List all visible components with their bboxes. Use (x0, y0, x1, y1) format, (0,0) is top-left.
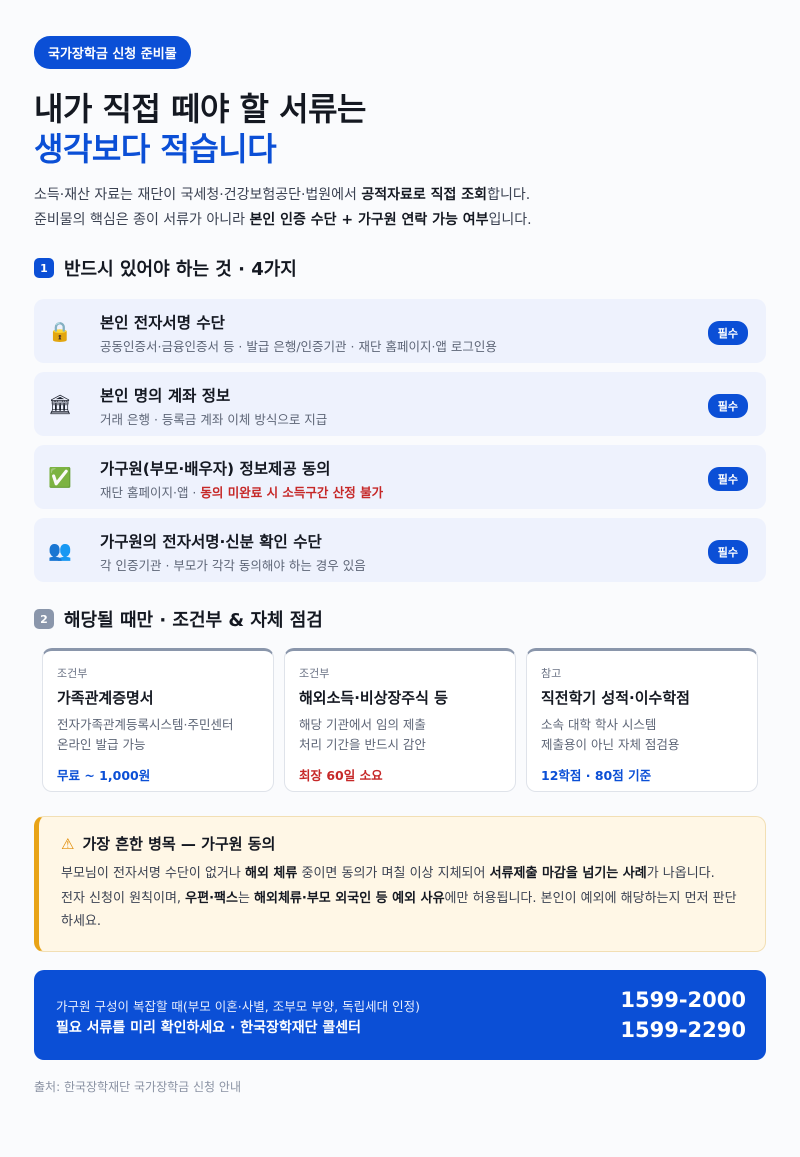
card-desc: 소속 대학 학사 시스템제출용이 아닌 자체 점검용 (541, 715, 743, 755)
required-badge: 필수 (707, 394, 748, 418)
source-note: 출처: 한국장학재단 국가장학금 신청 안내 (34, 1080, 241, 1094)
alert-emphasis: 해외체류·부모 외국인 등 예외 사유 (254, 891, 445, 906)
alert-title: 가장 흔한 병목 — 가구원 동의 (82, 835, 276, 853)
required-item-title: 가구원의 전자서명·신분 확인 수단 (100, 533, 322, 551)
required-item-desc: 공동인증서·금융인증서 등 · 발급 은행/인증기관 · 재단 홈페이지·앱 로… (100, 339, 497, 354)
headline-line-1: 내가 직접 떼야 할 서류는 (34, 90, 366, 128)
alert-emphasis: 우편·팩스 (185, 891, 238, 906)
card-kind: 조건부 (299, 667, 330, 680)
card-desc-line: 소속 대학 학사 시스템 (541, 717, 657, 732)
card-desc-line: 처리 기간을 반드시 감안 (299, 737, 426, 752)
alert-text: 가 나옵니다. (646, 866, 715, 881)
card-family-certificate: 조건부 가족관계증명서 전자가족관계등록시스템·주민센터온라인 발급 가능 무료… (42, 648, 274, 792)
card-desc-line: 해당 기관에서 임의 제출 (299, 717, 426, 732)
cta-condition-text: 가구원 구성이 복잡할 때(부모 이혼·사별, 조부모 부양, 독립세대 인정) (56, 999, 420, 1014)
section-1-heading: 1 반드시 있어야 하는 것 · 4가지 (34, 255, 766, 281)
call-center-banner: 가구원 구성이 복잡할 때(부모 이혼·사별, 조부모 부양, 독립세대 인정)… (34, 970, 766, 1060)
section-1-number: 1 (34, 258, 54, 278)
card-kind: 조건부 (57, 667, 88, 680)
people-icon: 👥 (48, 540, 72, 562)
required-item-title: 본인 전자서명 수단 (100, 314, 225, 332)
alert-emphasis: 서류제출 마감을 넘기는 사례 (489, 866, 647, 881)
card-title: 해외소득·비상장주식 등 (299, 689, 448, 707)
card-overseas-income: 조건부 해외소득·비상장주식 등 해당 기관에서 임의 제출처리 기간을 반드시… (284, 648, 516, 792)
lead-paragraph: 소득·재산 자료는 재단이 국세청·건강보험공단·법원에서 공적자료로 직접 조… (34, 183, 766, 233)
card-desc: 전자가족관계등록시스템·주민센터온라인 발급 가능 (57, 715, 259, 755)
category-tag: 국가장학금 신청 준비물 (34, 36, 191, 69)
lead-emphasis: 본인 인증 수단 + 가구원 연락 가능 여부 (249, 212, 489, 228)
required-badge: 필수 (707, 540, 748, 564)
card-title: 가족관계증명서 (57, 689, 154, 707)
card-grades: 참고 직전학기 성적·이수학점 소속 대학 학사 시스템제출용이 아닌 자체 점… (526, 648, 758, 792)
lock-icon: 🔒 (48, 321, 72, 343)
required-item-e-signature: 🔒 본인 전자서명 수단 공동인증서·금융인증서 등 · 발급 은행/인증기관 … (34, 299, 766, 363)
alert-paragraph-2: 전자 신청이 원칙이며, 우편·팩스는 해외체류·부모 외국인 등 예외 사유에… (61, 887, 745, 933)
alert-text: 전자 신청이 원칙이며, (61, 891, 186, 906)
required-item-title: 가구원(부모·배우자) 정보제공 동의 (100, 460, 331, 478)
check-icon: ✅ (48, 467, 72, 489)
lead-line-1: 소득·재산 자료는 재단이 국세청·건강보험공단·법원에서 공적자료로 직접 조… (34, 183, 766, 208)
alert-paragraph-1: 부모님이 전자서명 수단이 없거나 해외 체류 중이면 동의가 며칠 이상 지체… (61, 862, 745, 885)
card-footnote: 최장 60일 소요 (299, 768, 383, 783)
required-item-title: 본인 명의 계좌 정보 (100, 387, 231, 405)
alert-title-row: ⚠ 가장 흔한 병목 — 가구원 동의 (61, 833, 745, 854)
section-2-number: 2 (34, 609, 54, 629)
cta-main-text: 필요 서류를 미리 확인하세요 · 한국장학재단 콜센터 (56, 1020, 362, 1036)
section-2-heading: 2 해당될 때만 · 조건부 & 자체 점검 (34, 606, 766, 632)
required-badge: 필수 (707, 321, 748, 345)
required-item-desc: 재단 홈페이지·앱 · 동의 미완료 시 소득구간 산정 불가 (100, 482, 383, 501)
conditional-cards: 조건부 가족관계증명서 전자가족관계등록시스템·주민센터온라인 발급 가능 무료… (34, 648, 766, 792)
headline-line-2: 생각보다 적습니다 (34, 130, 277, 168)
card-footnote: 무료 ~ 1,000원 (57, 768, 151, 783)
lead-text: 준비물의 핵심은 종이 서류가 아니라 (34, 212, 250, 228)
card-kind: 참고 (541, 667, 562, 680)
desc-text: 재단 홈페이지·앱 · (100, 485, 201, 500)
required-item-desc: 거래 은행 · 등록금 계좌 이체 방식으로 지급 (100, 412, 328, 427)
section-1-title: 반드시 있어야 하는 것 · 4가지 (64, 259, 297, 280)
required-badge: 필수 (707, 467, 748, 491)
bank-icon: 🏛 (48, 394, 73, 416)
page: 국가장학금 신청 준비물 내가 직접 떼야 할 서류는 생각보다 적습니다 소득… (0, 0, 800, 1157)
lead-text: 소득·재산 자료는 재단이 국세청·건강보험공단·법원에서 (34, 187, 362, 203)
card-footnote: 12학점 · 80점 기준 (541, 768, 652, 783)
card-title: 직전학기 성적·이수학점 (541, 689, 690, 707)
desc-warning: 동의 미완료 시 소득구간 산정 불가 (200, 485, 384, 500)
alert-emphasis: 해외 체류 (244, 866, 298, 881)
alert-text: 는 (237, 891, 255, 906)
lead-line-2: 준비물의 핵심은 종이 서류가 아니라 본인 인증 수단 + 가구원 연락 가능… (34, 208, 766, 233)
card-desc-line: 전자가족관계등록시스템·주민센터 (57, 717, 234, 732)
lead-emphasis: 공적자료로 직접 조회 (361, 187, 488, 203)
required-item-household-signature: 👥 가구원의 전자서명·신분 확인 수단 각 인증기관 · 부모가 각각 동의해… (34, 518, 766, 582)
card-desc: 해당 기관에서 임의 제출처리 기간을 반드시 감안 (299, 715, 501, 755)
card-desc-line: 제출용이 아닌 자체 점검용 (541, 737, 680, 752)
required-item-household-consent: ✅ 가구원(부모·배우자) 정보제공 동의 재단 홈페이지·앱 · 동의 미완료… (34, 445, 766, 509)
phone-number-1[interactable]: 1599-2000 (620, 988, 746, 1012)
warning-icon: ⚠ (61, 834, 75, 853)
card-desc-line: 온라인 발급 가능 (57, 737, 146, 752)
required-list: 🔒 본인 전자서명 수단 공동인증서·금융인증서 등 · 발급 은행/인증기관 … (34, 299, 766, 582)
lead-text: 합니다. (487, 187, 531, 203)
required-item-desc: 각 인증기관 · 부모가 각각 동의해야 하는 경우 있음 (100, 558, 366, 573)
required-item-bank-account: 🏛 본인 명의 계좌 정보 거래 은행 · 등록금 계좌 이체 방식으로 지급 … (34, 372, 766, 436)
section-2-title: 해당될 때만 · 조건부 & 자체 점검 (64, 610, 323, 631)
alert-text: 중이면 동의가 며칠 이상 지체되어 (297, 866, 490, 881)
alert-text: 부모님이 전자서명 수단이 없거나 (61, 866, 245, 881)
lead-text: 입니다. (488, 212, 532, 228)
bottleneck-alert: ⚠ 가장 흔한 병목 — 가구원 동의 부모님이 전자서명 수단이 없거나 해외… (34, 816, 766, 952)
phone-number-2[interactable]: 1599-2290 (620, 1018, 746, 1042)
